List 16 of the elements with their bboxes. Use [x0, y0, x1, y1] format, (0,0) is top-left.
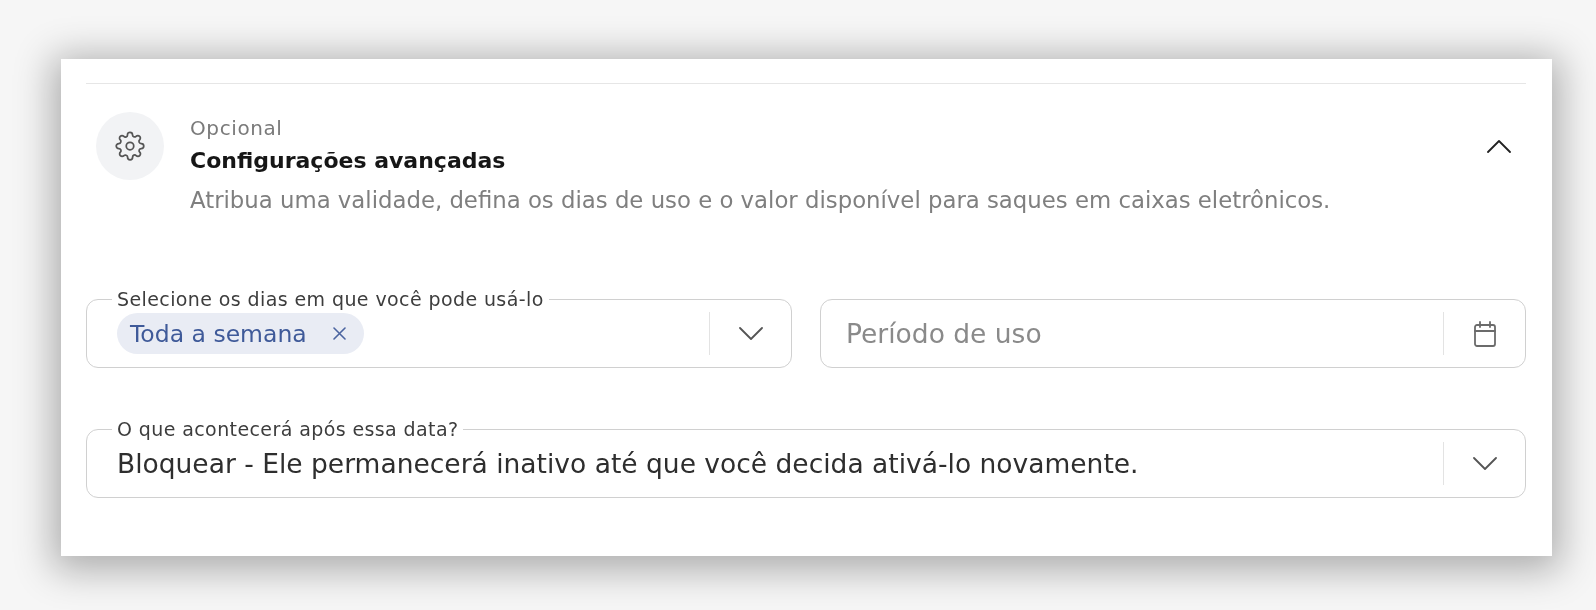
section-title: Configurações avançadas: [190, 147, 506, 175]
field-label: Selecione os dias em que você pode usá-lo: [116, 289, 545, 309]
chip-label: Toda a semana: [130, 319, 307, 348]
chevron-down-icon[interactable]: [738, 327, 763, 340]
multiselect-field[interactable]: Selecione os dias em que você pode usá-lo Toda a semana: [86, 289, 792, 368]
select-value: Bloquear - Ele permanecerá inativo até que você decida ativá-lo novamente.: [117, 448, 1139, 479]
calendar-icon[interactable]: [1473, 320, 1496, 347]
section-overline: Opcional: [190, 116, 283, 140]
date-field[interactable]: Período de uso: [820, 299, 1526, 368]
chevron-up-icon[interactable]: [1487, 140, 1511, 153]
field-label: O que acontecerá após essa data?: [116, 419, 460, 439]
chevron-down-icon[interactable]: [1472, 457, 1497, 470]
close-icon[interactable]: [332, 327, 346, 340]
section-description: Atribua uma validade, defina os dias de uso e o valor disponível para saques em caixas eletrônicos.: [190, 186, 1331, 215]
date-input[interactable]: Período de uso: [846, 315, 1431, 352]
select-field[interactable]: O que acontecerá após essa data? Bloquear - Ele permanecerá inativo até que você decida ativá-lo novamente.: [86, 419, 1526, 498]
